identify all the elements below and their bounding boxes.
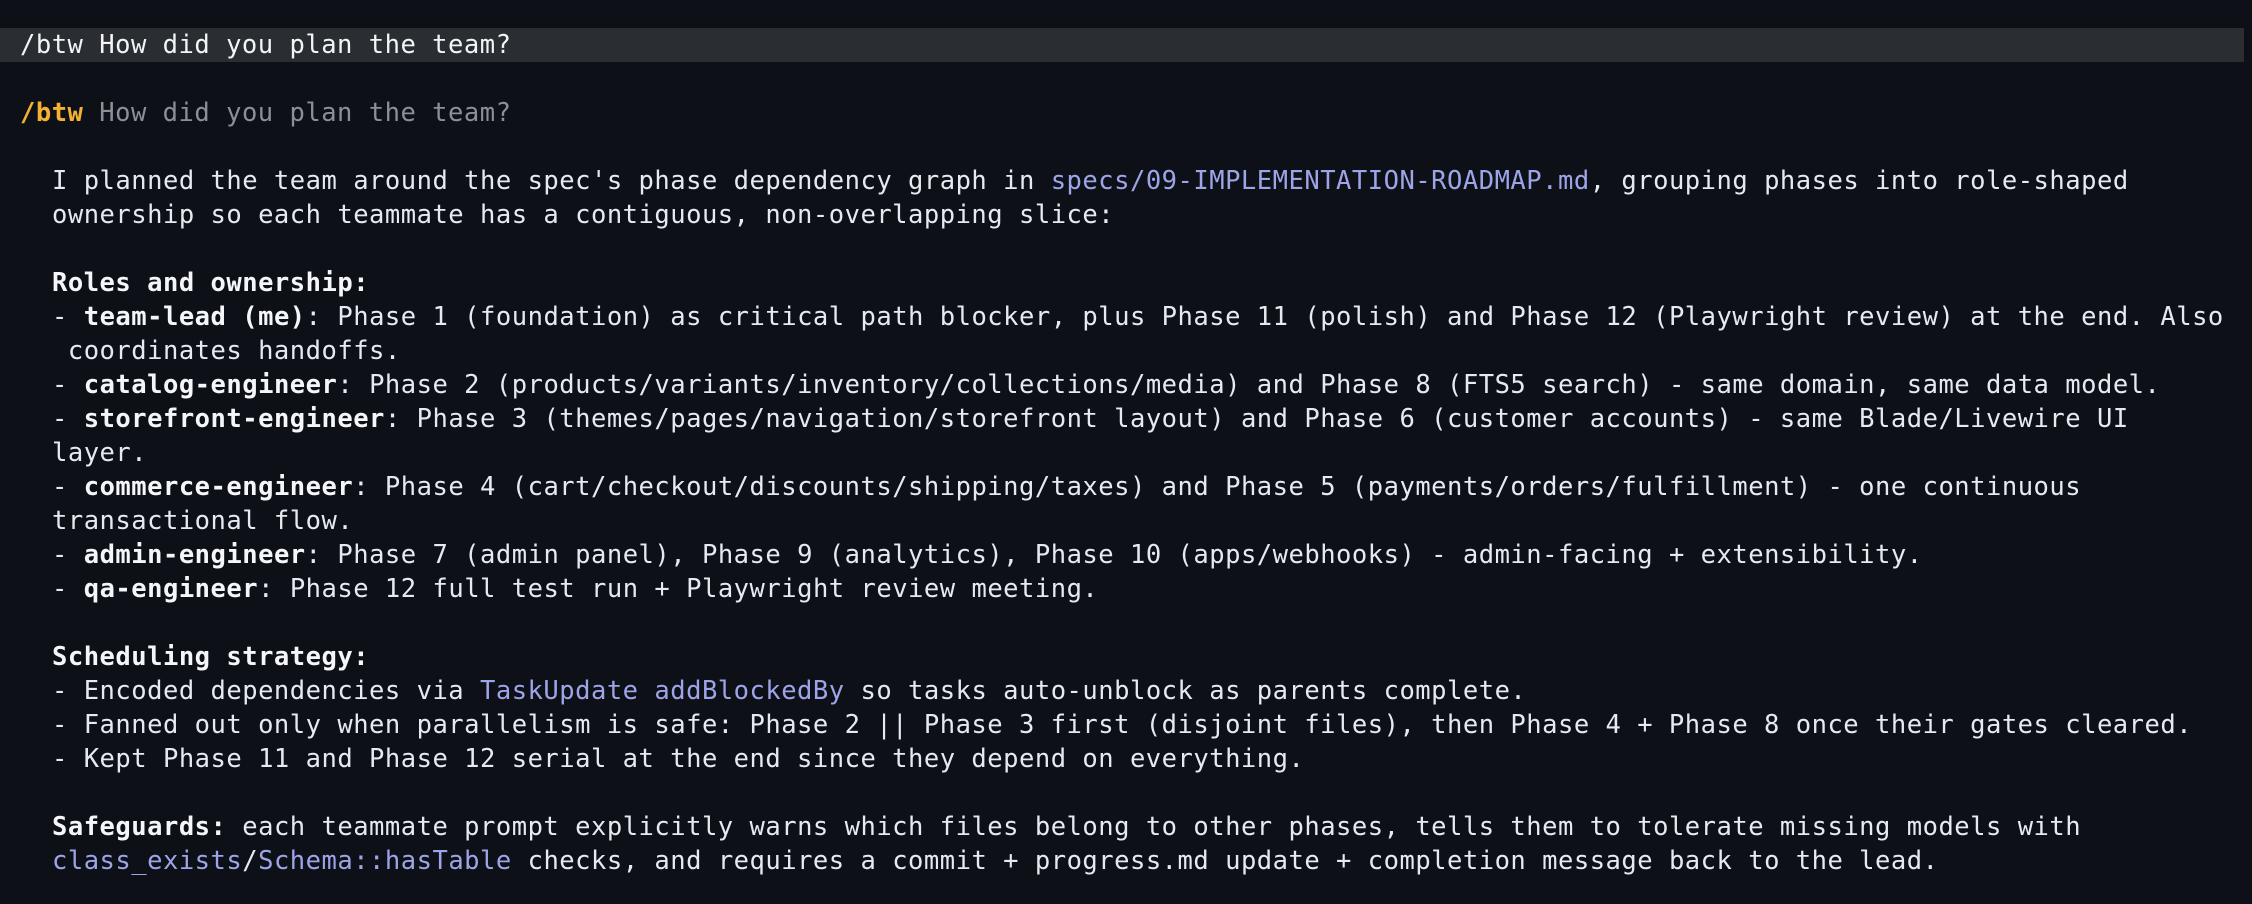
role-item-commerce: - commerce-engineer: Phase 4 (cart/check… <box>52 470 2252 504</box>
role-item-team-lead: - team-lead (me): Phase 1 (foundation) a… <box>52 300 2252 334</box>
role-description: : Phase 12 full test run + Playwright re… <box>258 574 1099 604</box>
command-input-text[interactable]: /btw How did you plan the team? <box>20 28 511 62</box>
role-description: : Phase 7 (admin panel), Phase 9 (analyt… <box>305 540 1923 570</box>
task-update-link[interactable]: TaskUpdate addBlockedBy <box>480 676 845 706</box>
scheduling-item-3: - Kept Phase 11 and Phase 12 serial at t… <box>52 744 1305 774</box>
role-description: : Phase 4 (cart/checkout/discounts/shipp… <box>353 472 2082 502</box>
role-name: storefront-engineer <box>83 404 385 434</box>
role-name: admin-engineer <box>83 540 306 570</box>
assistant-response: I planned the team around the spec's pha… <box>52 164 2252 878</box>
scheduling-item-2: - Fanned out only when parallelism is sa… <box>52 710 2193 740</box>
safeguards-text: each teammate prompt explicitly warns wh… <box>226 812 2082 842</box>
safeguards-line-2: class_exists/Schema::hasTable checks, an… <box>52 844 2252 878</box>
role-name: commerce-engineer <box>83 472 354 502</box>
scheduling-text-cont: so tasks auto-unblock as parents complet… <box>844 676 1527 706</box>
scheduling-text: - Encoded dependencies via <box>52 676 481 706</box>
bullet: - <box>52 472 84 502</box>
role-description: : Phase 3 (themes/pages/navigation/store… <box>384 404 2129 434</box>
role-name: catalog-engineer <box>83 370 338 400</box>
safeguards-text-cont: checks, and requires a commit + progress… <box>511 846 1939 876</box>
bullet: - <box>52 404 84 434</box>
safeguards-line-1: Safeguards: each teammate prompt explici… <box>52 810 2252 844</box>
echoed-question: How did you plan the team? <box>83 98 512 128</box>
bullet: - <box>52 574 84 604</box>
terminal-window: /btw How did you plan the team? /btw How… <box>0 0 2252 904</box>
intro-line-1: I planned the team around the spec's pha… <box>52 164 2252 198</box>
bullet: - <box>52 302 84 332</box>
bullet: - <box>52 540 84 570</box>
role-item-catalog: - catalog-engineer: Phase 2 (products/va… <box>52 368 2252 402</box>
role-description: : Phase 1 (foundation) as critical path … <box>305 302 2224 332</box>
role-name: team-lead (me) <box>83 302 306 332</box>
role-item-qa: - qa-engineer: Phase 12 full test run + … <box>52 572 2252 606</box>
bullet: - <box>52 370 84 400</box>
btw-command-label: /btw <box>20 98 84 128</box>
role-item-storefront-cont: layer. <box>52 438 148 468</box>
role-name: qa-engineer <box>83 574 259 604</box>
roles-heading: Roles and ownership: <box>52 268 370 298</box>
class-exists-link[interactable]: class_exists <box>52 846 242 876</box>
role-item-commerce-cont: transactional flow. <box>52 506 354 536</box>
role-item-team-lead-cont: coordinates handoffs. <box>52 336 401 366</box>
role-item-storefront: - storefront-engineer: Phase 3 (themes/p… <box>52 402 2252 436</box>
echoed-command: /btw How did you plan the team? <box>20 96 511 130</box>
scheduling-heading: Scheduling strategy: <box>52 642 370 672</box>
intro-text: I planned the team around the spec's pha… <box>52 166 1051 196</box>
roadmap-file-link[interactable]: specs/09-IMPLEMENTATION-ROADMAP.md <box>1051 166 1590 196</box>
schema-hastable-link[interactable]: Schema::hasTable <box>258 846 512 876</box>
role-description: : Phase 2 (products/variants/inventory/c… <box>337 370 2161 400</box>
slash-separator: / <box>242 846 259 876</box>
intro-text-cont: , grouping phases into role-shaped <box>1589 166 2129 196</box>
safeguards-label: Safeguards: <box>52 812 227 842</box>
scheduling-item-1: - Encoded dependencies via TaskUpdate ad… <box>52 674 2252 708</box>
role-item-admin: - admin-engineer: Phase 7 (admin panel),… <box>52 538 2252 572</box>
intro-line-2: ownership so each teammate has a contigu… <box>52 200 1115 230</box>
command-input-bar[interactable]: /btw How did you plan the team? <box>0 28 2244 62</box>
